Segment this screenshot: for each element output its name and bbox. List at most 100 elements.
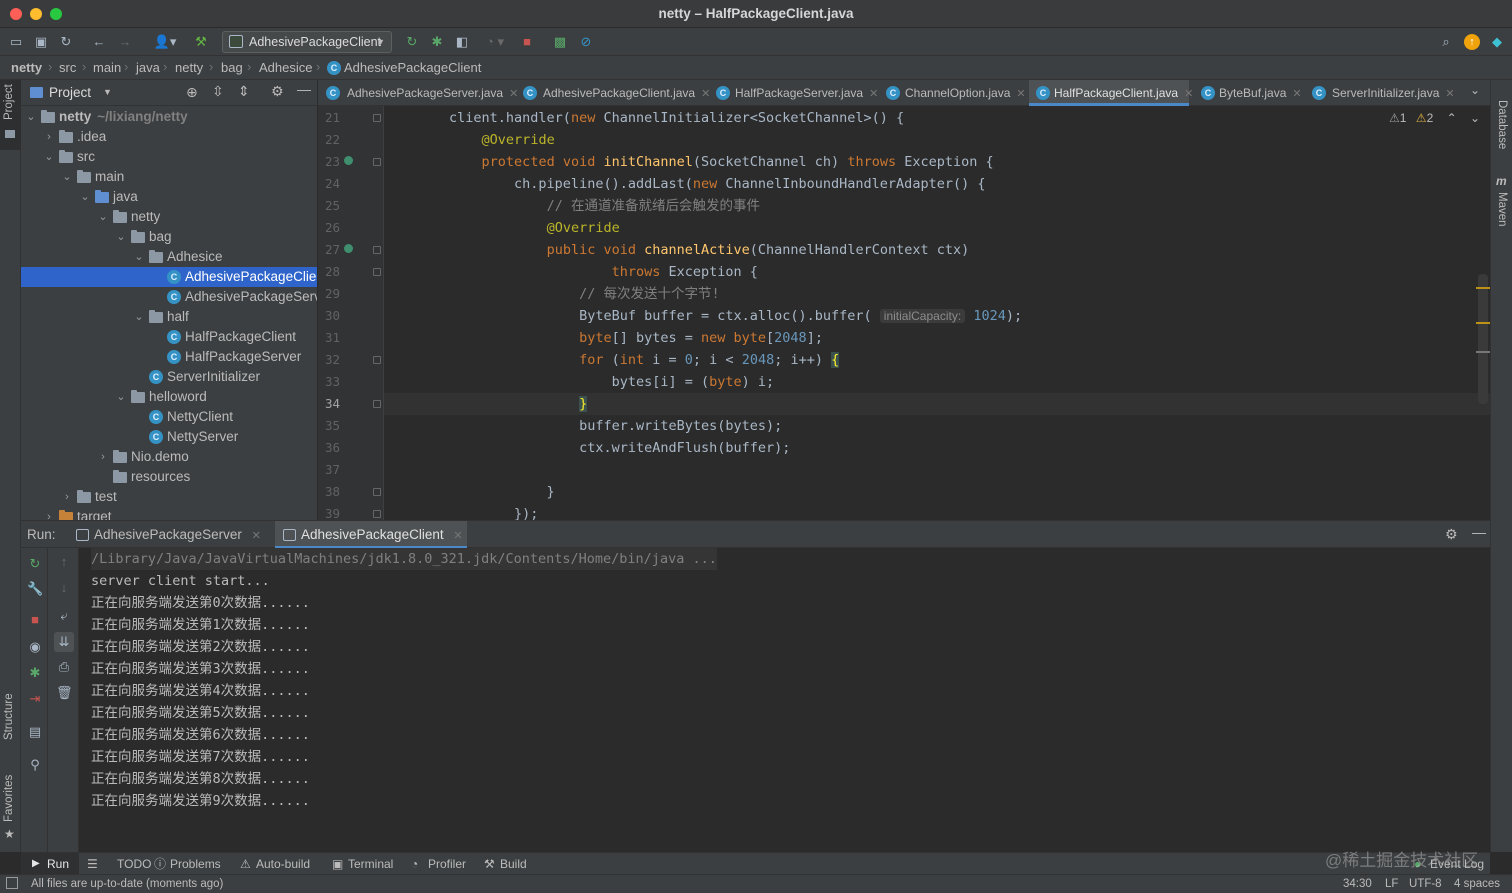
- gear-icon[interactable]: ⚙: [271, 83, 284, 100]
- code-line[interactable]: protected void initChannel(SocketChannel…: [384, 151, 994, 173]
- tree-item[interactable]: C ServerInitializer: [21, 367, 317, 387]
- chevron-down-icon[interactable]: ⌄: [97, 207, 109, 227]
- search-icon[interactable]: ⌕: [1438, 34, 1454, 50]
- code-line[interactable]: for (int i = 0; i < 2048; i++) {: [384, 349, 840, 371]
- code-line[interactable]: ch.pipeline().addLast(new ChannelInbound…: [384, 173, 985, 195]
- close-icon[interactable]: ✕: [252, 530, 261, 542]
- editor-tab[interactable]: C ServerInitializer.java ✕: [1303, 80, 1463, 106]
- breadcrumb-item[interactable]: AdhesivePackageClient: [344, 60, 481, 75]
- tree-item[interactable]: › .idea: [21, 127, 317, 147]
- close-icon[interactable]: ✕: [1292, 88, 1301, 100]
- open-folder-icon[interactable]: ▭: [8, 34, 24, 50]
- editor-scrollbar[interactable]: [1478, 274, 1488, 404]
- exit-icon[interactable]: ⇥: [27, 691, 43, 707]
- inspection-widget[interactable]: ⚠1 ⚠2 ⌃ ⌄: [1389, 111, 1480, 125]
- fold-marker-icon[interactable]: [373, 114, 381, 122]
- editor-tab[interactable]: C ChannelOption.java ✕: [878, 80, 1028, 106]
- close-icon[interactable]: ✕: [869, 88, 878, 100]
- code-line[interactable]: @Override: [384, 217, 620, 239]
- bottom-tab-build[interactable]: ⚒ Build: [484, 853, 527, 875]
- stop-icon[interactable]: ■: [27, 612, 43, 628]
- breadcrumb-item[interactable]: bag: [221, 60, 243, 75]
- code-line[interactable]: // 在通道准备就绪后会触发的事件: [384, 195, 760, 217]
- code-line[interactable]: client.handler(new ChannelInitializer<So…: [384, 107, 904, 129]
- chevron-up-icon[interactable]: ⌃: [1447, 111, 1457, 125]
- breadcrumb-item[interactable]: Adhesice: [259, 60, 312, 75]
- collapse-all-icon[interactable]: ⇕: [238, 83, 250, 100]
- close-icon[interactable]: ✕: [1445, 88, 1454, 100]
- tree-item[interactable]: › Nio.demo: [21, 447, 317, 467]
- bottom-tab-auto-build[interactable]: ⚠ Auto-build: [240, 853, 310, 875]
- close-icon[interactable]: ✕: [1016, 88, 1025, 100]
- hide-panel-icon[interactable]: —: [1472, 524, 1486, 540]
- fold-marker-icon[interactable]: [373, 356, 381, 364]
- fold-marker-icon[interactable]: [373, 158, 381, 166]
- wrench-icon[interactable]: 🔧: [27, 581, 43, 597]
- editor-tab[interactable]: C HalfPackageServer.java ✕: [707, 80, 878, 106]
- back-icon[interactable]: ←: [91, 34, 107, 50]
- chevron-down-icon[interactable]: ⌄: [79, 187, 91, 207]
- maven-tool-button[interactable]: m Maven: [1491, 174, 1512, 234]
- hide-panel-icon[interactable]: —: [297, 81, 311, 97]
- code-line[interactable]: byte[] bytes = new byte[2048];: [384, 327, 823, 349]
- tree-item[interactable]: ⌄ netty ~/lixiang/netty: [21, 107, 317, 127]
- plugin-icon[interactable]: ◆: [1489, 34, 1505, 50]
- chevron-down-icon[interactable]: ⌄: [1470, 111, 1480, 125]
- no-sign-icon[interactable]: ⊘: [578, 34, 594, 50]
- event-icon[interactable]: ▩: [552, 34, 568, 50]
- tree-item[interactable]: C NettyServer: [21, 427, 317, 447]
- warning-marker[interactable]: [1476, 322, 1490, 324]
- expand-all-icon[interactable]: ⇳: [212, 83, 224, 100]
- editor-tab[interactable]: C AdhesivePackageClient.java ✕: [514, 80, 710, 106]
- sync-icon[interactable]: ↻: [58, 34, 74, 50]
- chevron-down-icon[interactable]: ⌄: [43, 147, 55, 167]
- tree-item[interactable]: C AdhesivePackageServ: [21, 287, 317, 307]
- warning-marker[interactable]: [1476, 287, 1490, 289]
- indent-setting[interactable]: 4 spaces: [1454, 878, 1500, 890]
- bottom-tab-run[interactable]: ▶ Run: [21, 853, 79, 875]
- weak-warning-marker[interactable]: [1476, 351, 1490, 353]
- code-line[interactable]: bytes[i] = (byte) i;: [384, 371, 775, 393]
- chevron-down-icon[interactable]: ⌄: [133, 247, 145, 267]
- code-line[interactable]: ctx.writeAndFlush(buffer);: [384, 437, 790, 459]
- rerun-icon[interactable]: ↻: [404, 34, 420, 50]
- tree-item[interactable]: C NettyClient: [21, 407, 317, 427]
- fold-marker-icon[interactable]: [373, 268, 381, 276]
- gear-icon[interactable]: ⚙: [1445, 526, 1458, 543]
- tree-item[interactable]: ⌄ Adhesice: [21, 247, 317, 267]
- chevron-down-icon[interactable]: ▼: [103, 87, 112, 97]
- override-marker-icon[interactable]: [344, 244, 353, 253]
- rerun-icon[interactable]: ↻: [27, 556, 43, 572]
- line-separator[interactable]: LF: [1385, 878, 1398, 890]
- chevron-down-icon[interactable]: ⌄: [115, 227, 127, 247]
- tree-item[interactable]: ⌄ half: [21, 307, 317, 327]
- editor-tab-active[interactable]: C HalfPackageClient.java ✕: [1029, 80, 1193, 106]
- up-arrow-icon[interactable]: ↑: [56, 554, 72, 570]
- camera-icon[interactable]: ◉: [27, 639, 43, 655]
- layout-icon[interactable]: ▤: [27, 724, 43, 740]
- save-icon[interactable]: ▣: [33, 34, 49, 50]
- console-output[interactable]: /Library/Java/JavaVirtualMachines/jdk1.8…: [80, 548, 1490, 852]
- chevron-right-icon[interactable]: ›: [43, 507, 55, 520]
- file-encoding[interactable]: UTF-8: [1409, 878, 1442, 890]
- tree-item[interactable]: ⌄ bag: [21, 227, 317, 247]
- tree-item[interactable]: C AdhesivePackageClie: [21, 267, 317, 287]
- tree-item[interactable]: C HalfPackageServer: [21, 347, 317, 367]
- code-line[interactable]: buffer.writeBytes(bytes);: [384, 415, 782, 437]
- toggle-tool-windows-icon[interactable]: [6, 877, 18, 889]
- locate-icon[interactable]: ⊕: [186, 84, 198, 101]
- fold-marker-icon[interactable]: [373, 510, 381, 518]
- fold-marker-icon[interactable]: [373, 246, 381, 254]
- debug-bug-icon[interactable]: ✱: [27, 665, 43, 681]
- code-line[interactable]: }: [384, 393, 588, 415]
- database-tool-button[interactable]: Database: [1491, 88, 1512, 166]
- code-line[interactable]: ByteBuf buffer = ctx.alloc().buffer( ini…: [384, 305, 1022, 327]
- fold-marker-icon[interactable]: [373, 400, 381, 408]
- code-line[interactable]: public void channelActive(ChannelHandler…: [384, 239, 970, 261]
- update-icon[interactable]: ↑: [1464, 34, 1480, 50]
- bottom-tab-todo[interactable]: ☰ TODO: [87, 853, 151, 875]
- chevron-down-icon[interactable]: ⌄: [133, 307, 145, 327]
- scroll-to-end-icon[interactable]: ⇊: [54, 632, 74, 652]
- tree-item[interactable]: C HalfPackageClient: [21, 327, 317, 347]
- chevron-down-icon[interactable]: ⌄: [61, 167, 73, 187]
